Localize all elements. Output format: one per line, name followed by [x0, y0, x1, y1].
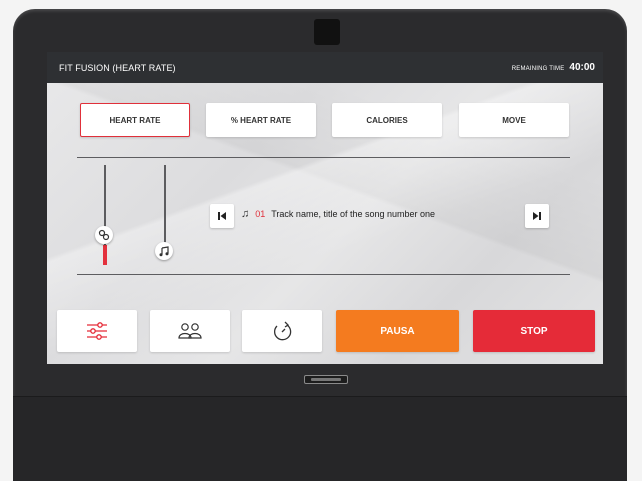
- track-name: Track name, title of the song number one: [271, 209, 436, 219]
- timer-button[interactable]: [242, 310, 322, 352]
- skip-previous-icon: [218, 212, 226, 220]
- remaining-time-label: REMAINING TIME: [511, 66, 565, 72]
- sliders-icon: [87, 322, 107, 340]
- touch-screen: FIT FUSION (HEART RATE) REMAINING TIME 4…: [47, 52, 603, 364]
- divider-bottom: [77, 274, 570, 275]
- mode-tabs: HEART RATE % HEART RATE CALORIES MOVE: [47, 103, 603, 137]
- tab-move[interactable]: MOVE: [459, 103, 569, 137]
- remaining-time-value: 40:00: [569, 62, 595, 73]
- next-track-button[interactable]: [525, 204, 549, 228]
- music-note-icon: [159, 245, 169, 256]
- stop-button[interactable]: STOP: [473, 310, 595, 352]
- top-bar: FIT FUSION (HEART RATE) REMAINING TIME 4…: [47, 52, 603, 83]
- pause-button[interactable]: PAUSA: [336, 310, 459, 352]
- camera-icon: [314, 19, 340, 45]
- speed-icon: [98, 229, 110, 241]
- music-note-icon: ♫: [241, 208, 250, 220]
- track-number: 01: [255, 209, 266, 219]
- track-info: ♫ 01 Track name, title of the song numbe…: [241, 208, 435, 220]
- tab-heart-rate[interactable]: HEART RATE: [80, 103, 190, 137]
- volume-slider-knob[interactable]: [155, 242, 173, 260]
- tab-percent-heart-rate[interactable]: % HEART RATE: [206, 103, 316, 137]
- speed-slider-fill: [103, 245, 107, 265]
- speed-slider-knob[interactable]: [95, 226, 113, 244]
- settings-button[interactable]: [57, 310, 137, 352]
- users-icon: [178, 323, 202, 339]
- workout-title: FIT FUSION (HEART RATE): [59, 62, 176, 73]
- skip-next-icon: [533, 212, 541, 220]
- tab-calories[interactable]: CALORIES: [332, 103, 442, 137]
- group-button[interactable]: [150, 310, 230, 352]
- remaining-time: REMAINING TIME 40:00: [512, 62, 595, 73]
- brand-logo: [304, 375, 348, 384]
- divider-top: [77, 157, 570, 158]
- stopwatch-icon: [273, 321, 292, 341]
- bottom-bar: PAUSA STOP: [47, 310, 603, 352]
- device-lower-panel: [13, 396, 627, 481]
- previous-track-button[interactable]: [210, 204, 234, 228]
